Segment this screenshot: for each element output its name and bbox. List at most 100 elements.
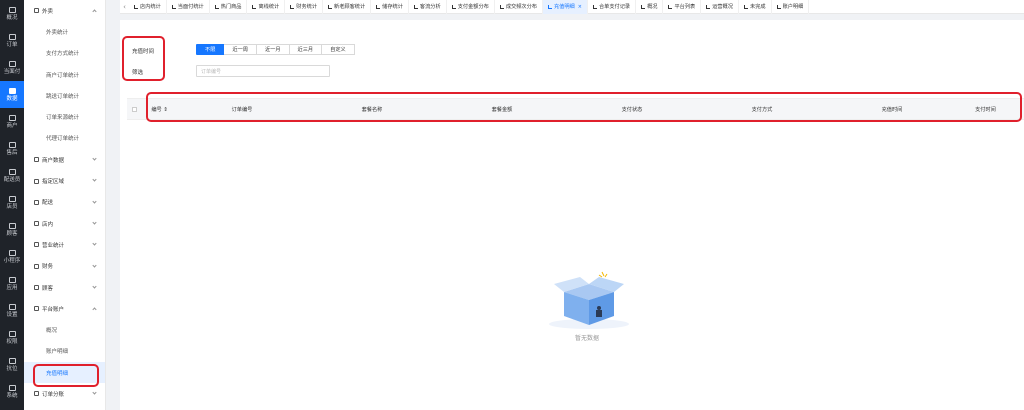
tab-label: 储存统计 <box>382 4 403 10</box>
customer-icon <box>8 222 16 229</box>
rail-item-7[interactable]: 店员 <box>0 189 24 216</box>
close-tab-icon[interactable]: × <box>578 4 582 10</box>
rail-item-label: 系统 <box>6 392 18 399</box>
tab-5[interactable]: 新老顾客统计 <box>323 0 372 14</box>
submenu-item-1[interactable]: 外卖统计 <box>24 21 105 42</box>
bar-chart-icon <box>8 87 16 94</box>
rail-item-6[interactable]: 配送员 <box>0 162 24 189</box>
chart-icon <box>641 4 646 9</box>
tab-12[interactable]: 概况 <box>636 0 664 14</box>
submenu-item-label: 配送 <box>42 200 54 207</box>
secondary-menu: 外卖 外卖统计支付方式统计商户订单统计跳送订单统计订单来源统计 代理订单统计商户数据… <box>24 0 106 410</box>
tab-16[interactable]: 账户明细 <box>772 0 810 14</box>
tab-8[interactable]: 支付金额分布 <box>447 0 495 14</box>
tab-9[interactable]: 成交频次分布 <box>495 0 543 14</box>
tab-1[interactable]: 当面付统计 <box>167 0 210 14</box>
submenu-item-label: 支付方式统计 <box>46 51 80 58</box>
submenu-item-3[interactable]: 商户订单统计 <box>24 64 105 85</box>
rail-item-14[interactable]: 系统 <box>0 378 24 405</box>
chart-icon <box>413 4 418 9</box>
chart-icon <box>376 4 381 9</box>
tab-13[interactable]: 平台列表 <box>663 0 702 14</box>
tab-0[interactable]: 店内统计 <box>129 0 167 14</box>
tab-3[interactable]: 离线统计 <box>247 0 286 14</box>
chart-icon <box>547 4 552 9</box>
takeout-icon <box>34 8 39 14</box>
submenu-item-12[interactable]: 财务 <box>24 256 105 277</box>
apps-icon <box>8 276 16 283</box>
empty-state-text: 暂无数据 <box>574 335 599 342</box>
order-number-input[interactable]: 订单编号 <box>196 65 330 77</box>
range-option-2[interactable]: 近一月 <box>256 44 290 55</box>
rail-item-label: 售后 <box>6 149 18 156</box>
tab-15[interactable]: 未完成 <box>739 0 772 14</box>
submenu-item-15[interactable]: 概况 <box>24 319 105 340</box>
submenu-item-11[interactable]: 营业统计 <box>24 234 105 255</box>
tab-10[interactable]: 充值明细 × <box>542 0 588 14</box>
rail-item-12[interactable]: 权限 <box>0 324 24 351</box>
in-store-icon <box>34 221 39 227</box>
rail-item-label: 店员 <box>6 203 18 210</box>
tab-label: 当面付统计 <box>177 4 204 10</box>
submenu-item-13[interactable]: 顾客 <box>24 277 105 298</box>
chart-icon <box>592 4 597 9</box>
tab-11[interactable]: 合单支付记录 <box>588 0 637 14</box>
chart-icon <box>290 4 295 9</box>
submenu-item-8[interactable]: 指定区域 <box>24 170 105 191</box>
rail-item-label: 应用 <box>6 284 18 291</box>
select-all-checkbox[interactable] <box>127 106 142 112</box>
chevron-up-icon <box>92 9 97 14</box>
tab-scroll-left-icon[interactable]: ‹ <box>120 3 129 11</box>
courier-icon <box>8 168 16 175</box>
tab-label: 账户明细 <box>782 4 804 10</box>
rail-item-8[interactable]: 顾客 <box>0 216 24 243</box>
submenu-item-label: 商户数据 <box>42 157 65 164</box>
submenu-item-2[interactable]: 支付方式统计 <box>24 43 105 64</box>
chart-icon <box>134 4 138 9</box>
cash-icon <box>8 60 16 67</box>
submenu-item-label: 跳送订单统计 <box>46 93 80 100</box>
rail-item-5[interactable]: 售后 <box>0 135 24 162</box>
rail-item-9[interactable]: 小程序 <box>0 243 24 270</box>
submenu-item-6[interactable]: 代理订单统计 <box>24 128 105 149</box>
rail-item-13[interactable]: 抗位 <box>0 351 24 378</box>
range-option-0[interactable]: 不限 <box>196 44 225 55</box>
submenu-item-0[interactable]: 外卖 <box>24 0 105 21</box>
submenu-item-14[interactable]: 平台账户 <box>24 298 105 319</box>
tab-2[interactable]: 热门商品 <box>210 0 248 14</box>
submenu-item-5[interactable]: 订单来源统计 <box>24 106 105 127</box>
submenu-item-16[interactable]: 账户明细 <box>24 341 105 362</box>
tab-4[interactable]: 财务统计 <box>285 0 324 14</box>
rail-item-11[interactable]: 设置 <box>0 297 24 324</box>
staff-icon <box>8 195 16 202</box>
rail-item-1[interactable]: 订单 <box>0 27 24 54</box>
rail-item-3[interactable]: 数据 <box>0 81 24 108</box>
submenu-item-label: 概况 <box>46 328 58 335</box>
tab-14[interactable]: 运营概况 <box>701 0 739 14</box>
submenu-item-10[interactable]: 店内 <box>24 213 105 234</box>
range-option-3[interactable]: 近三月 <box>289 44 323 55</box>
rail-item-2[interactable]: 当面付 <box>0 54 24 81</box>
tab-label: 平台列表 <box>674 4 696 10</box>
mini-program-icon <box>8 249 16 256</box>
rail-item-label: 权限 <box>6 338 18 345</box>
rail-item-0[interactable]: 概况 <box>0 0 24 27</box>
platform-account-icon <box>34 306 39 312</box>
tab-6[interactable]: 储存统计 <box>371 0 409 14</box>
rail-item-label: 设置 <box>6 311 18 318</box>
range-option-1[interactable]: 近一周 <box>224 44 257 55</box>
chevron-down-icon <box>92 199 97 204</box>
submenu-item-4[interactable]: 跳送订单统计 <box>24 85 105 106</box>
rail-item-4[interactable]: 商户 <box>0 108 24 135</box>
annotation-recharge-detail-menu <box>33 364 99 387</box>
tab-7[interactable]: 客流分析 <box>409 0 447 14</box>
submenu-item-7[interactable]: 商户数据 <box>24 149 105 170</box>
tab-label: 离线统计 <box>258 4 280 10</box>
range-option-4[interactable]: 自定义 <box>322 44 355 55</box>
lock-icon <box>8 330 16 337</box>
rail-item-10[interactable]: 应用 <box>0 270 24 297</box>
rail-item-label: 商户 <box>6 122 18 129</box>
system-icon <box>8 384 16 391</box>
tab-label: 未完成 <box>750 4 766 10</box>
submenu-item-9[interactable]: 配送 <box>24 192 105 213</box>
